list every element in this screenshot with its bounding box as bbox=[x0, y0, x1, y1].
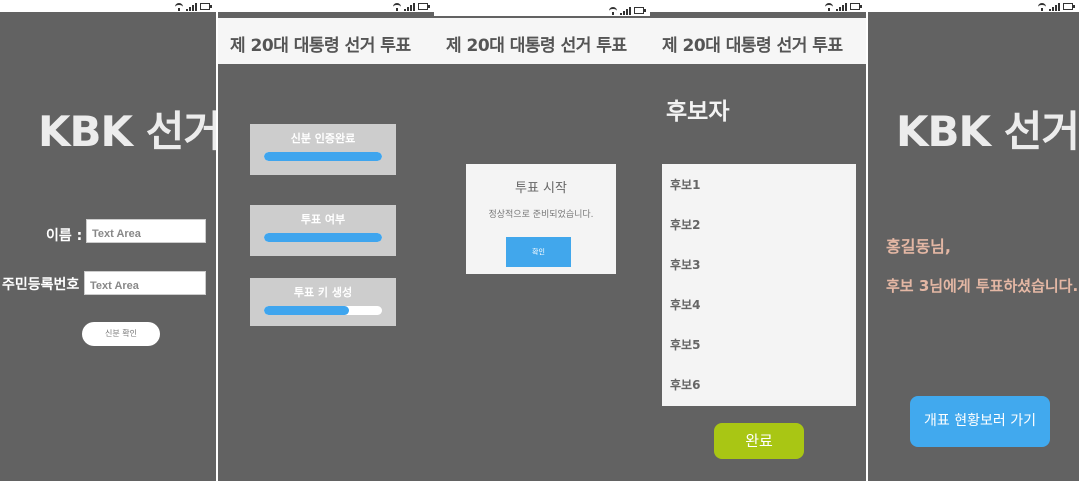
login-screen: KBK 선거 이름 : Text Area 주민등록번호 : Text Area… bbox=[0, 0, 216, 481]
step-key-generation-card: 투표 키 생성 bbox=[250, 278, 396, 326]
dialog-title: 투표 시작 bbox=[515, 181, 567, 196]
app-header: 제 20대 대통령 선거 투표 bbox=[650, 18, 866, 64]
candidate-item[interactable]: 후보6 bbox=[670, 376, 700, 393]
progress-fill bbox=[264, 233, 382, 242]
progress-bar bbox=[264, 233, 382, 242]
header-title: 제 20대 대통령 선거 투표 bbox=[230, 36, 411, 56]
candidate-item[interactable]: 후보5 bbox=[670, 336, 700, 353]
id-number-input[interactable]: Text Area bbox=[84, 271, 206, 295]
step-identity-card: 신분 인증완료 bbox=[250, 124, 396, 175]
wifi-icon bbox=[609, 7, 617, 15]
signal-icon bbox=[186, 3, 197, 11]
wifi-icon bbox=[175, 3, 183, 11]
name-label: 이름 : bbox=[46, 228, 83, 244]
status-bar bbox=[650, 0, 866, 12]
wifi-icon bbox=[1038, 3, 1046, 11]
candidate-item[interactable]: 후보3 bbox=[670, 256, 700, 273]
app-header: 제 20대 대통령 선거 투표 bbox=[434, 18, 650, 64]
candidate-select-screen: 제 20대 대통령 선거 투표 후보자 후보1 후보2 후보3 후보4 후보5 … bbox=[650, 0, 866, 481]
verification-progress-screen: 제 20대 대통령 선거 투표 신분 인증완료 투표 여부 투표 키 생성 bbox=[218, 0, 434, 481]
candidate-item[interactable]: 후보1 bbox=[670, 176, 700, 193]
signal-icon bbox=[836, 3, 847, 11]
step-label: 투표 여부 bbox=[300, 213, 346, 226]
step-label: 신분 인증완료 bbox=[290, 132, 356, 145]
progress-fill bbox=[264, 306, 349, 315]
header-title: 제 20대 대통령 선거 투표 bbox=[662, 36, 843, 56]
battery-icon bbox=[1063, 3, 1075, 10]
app-title: KBK 선거 bbox=[38, 107, 216, 156]
status-bar bbox=[218, 0, 434, 12]
confirm-button[interactable]: 확인 bbox=[506, 237, 571, 267]
app-header: 제 20대 대통령 선거 투표 bbox=[218, 18, 434, 64]
battery-icon bbox=[418, 3, 430, 10]
greeting-text: 홍길동님, bbox=[886, 237, 951, 256]
progress-bar bbox=[264, 152, 382, 161]
progress-fill bbox=[264, 152, 382, 161]
battery-icon bbox=[850, 3, 862, 10]
name-input[interactable]: Text Area bbox=[86, 219, 206, 243]
id-number-label: 주민등록번호 : bbox=[2, 277, 90, 293]
status-bar bbox=[434, 4, 650, 16]
signal-icon bbox=[1049, 3, 1060, 11]
view-results-button[interactable]: 개표 현황보러 가기 bbox=[910, 396, 1050, 447]
vote-complete-screen: KBK 선거 홍길동님, 후보 3님에게 투표하셨습니다. 개표 현황보러 가기 bbox=[868, 0, 1079, 481]
status-bar bbox=[868, 0, 1079, 12]
battery-icon bbox=[634, 7, 646, 14]
candidate-item[interactable]: 후보2 bbox=[670, 216, 700, 233]
candidate-list: 후보1 후보2 후보3 후보4 후보5 후보6 bbox=[662, 164, 856, 406]
step-vote-status-card: 투표 여부 bbox=[250, 205, 396, 256]
header-title: 제 20대 대통령 선거 투표 bbox=[446, 36, 627, 56]
vote-start-dialog: 투표 시작 정상적으로 준비되었습니다. 확인 bbox=[466, 164, 616, 274]
wifi-icon bbox=[825, 3, 833, 11]
progress-bar bbox=[264, 306, 382, 315]
app-title: KBK 선거 bbox=[896, 107, 1079, 156]
wifi-icon bbox=[393, 3, 401, 11]
candidate-item[interactable]: 후보4 bbox=[670, 296, 700, 313]
signal-icon bbox=[620, 7, 631, 15]
vote-result-message: 후보 3님에게 투표하셨습니다. bbox=[886, 277, 1079, 295]
battery-icon bbox=[200, 3, 212, 10]
done-button[interactable]: 완료 bbox=[714, 423, 804, 459]
verify-identity-button[interactable]: 신분 확인 bbox=[82, 322, 160, 346]
dialog-message: 정상적으로 준비되었습니다. bbox=[488, 210, 594, 220]
signal-icon bbox=[404, 3, 415, 11]
status-bar bbox=[0, 0, 216, 12]
step-label: 투표 키 생성 bbox=[293, 286, 353, 299]
vote-start-screen: 제 20대 대통령 선거 투표 투표 시작 정상적으로 준비되었습니다. 확인 bbox=[434, 0, 650, 481]
candidates-heading: 후보자 bbox=[666, 99, 730, 125]
